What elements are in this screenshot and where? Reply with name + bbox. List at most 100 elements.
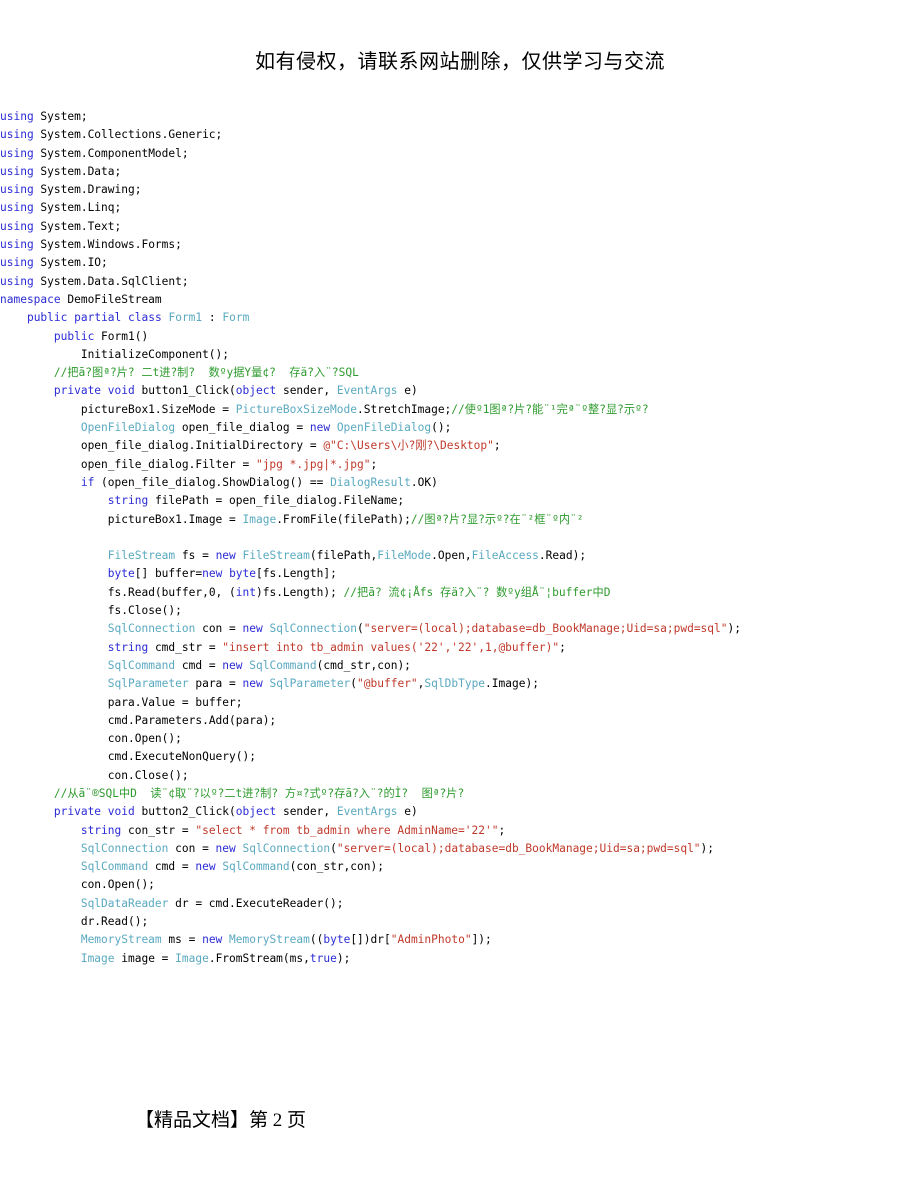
code-line: using System.Data; [0,163,920,181]
code-token-pln: pictureBox1.SizeMode = [80,402,236,416]
code-line: string cmd_str = "insert into tb_admin v… [0,639,920,657]
code-token-str: "select * from tb_admin where AdminName=… [195,823,499,837]
page-footer: 【精品文档】第 2 页 [135,1110,307,1131]
code-line: pictureBox1.Image = Image.FromFile(fileP… [0,511,920,529]
code-token-pln: cmd_str = [148,640,223,654]
code-token-pln: [fs.Length]; [256,567,337,581]
code-token-typ: EventArgs [336,384,398,398]
code-token-pln: (( [309,933,324,947]
code-token-pln: .StretchImage; [357,402,452,416]
code-token-str: @"C:\Users\小?刚?\Desktop" [323,439,494,453]
code-line: FileStream fs = new FileStream(filePath,… [0,547,920,565]
code-line: using System.Linq; [0,199,920,217]
code-token-pln: System.ComponentModel; [33,146,189,160]
code-token-kw: void [107,805,135,819]
code-token-kw: object [235,384,277,398]
code-token-kw: new [242,677,263,691]
code-token-typ: SqlParameter [269,677,351,691]
code-token-pln: cmd = [148,860,196,874]
code-line: using System.Collections.Generic; [0,126,920,144]
code-line: open_file_dialog.Filter = "jpg *.jpg|*.j… [0,456,920,474]
code-line: //从ā¨®SQL中D 读¨¢取¨?以º?二t进?制? 方¤?式º?存ā?入¨?… [0,785,920,803]
code-token-typ: SqlConnection [269,622,358,636]
code-token-pln: DemoFileStream [60,292,162,306]
code-token-typ: Image [242,512,277,526]
code-token-pln: )fs.Length); [255,585,344,599]
code-token-kw: using [0,110,34,123]
code-token-kw: using [0,183,34,197]
code-token-pln: (con_str,con); [289,860,384,874]
code-token-typ: SqlDataReader [80,896,169,910]
code-line: using System.IO; [0,254,920,272]
code-token-pln [236,549,243,562]
code-token-str: "insert into tb_admin values('22','22',1… [222,640,560,654]
code-line: using System.Text; [0,218,920,236]
code-token-pln: [])dr[ [350,933,391,947]
code-token-pln: con = [168,841,216,855]
code-token-pln: .OK) [410,475,438,489]
code-token-pln: con_str = [121,823,196,837]
code-token-pln: sender, [276,805,337,819]
code-token-kw: int [235,585,256,599]
code-token-pln: ; [493,439,501,453]
code-token-pln [330,421,337,434]
code-token-pln: fs = [175,549,216,563]
code-token-typ: OpenFileDialog [80,421,176,435]
code-token-pln: ( [330,841,337,855]
code-token-pln: button1_Click( [134,384,236,398]
code-token-str: "@buffer" [357,677,418,691]
code-token-typ: SqlConnection [242,841,331,855]
code-token-kw: true [309,951,337,965]
code-token-typ: SqlCommand [249,658,317,672]
code-token-pln: .Read); [538,549,587,563]
code-line: cmd.Parameters.Add(para); [0,712,920,730]
code-token-kw: byte [107,567,135,581]
code-token-typ: MemoryStream [229,933,310,947]
code-token-typ: SqlCommand [80,860,149,874]
code-token-kw: using [0,146,34,160]
code-token-kw: string [107,640,149,654]
code-line: namespace DemoFileStream [0,291,920,309]
code-line: using System.ComponentModel; [0,145,920,163]
code-token-pln: pictureBox1.Image = [107,512,243,526]
code-token-pln: System.IO; [33,256,108,270]
code-token-pln: para.Value = buffer; [107,695,243,709]
code-token-pln: con = [195,622,243,636]
code-token-pln: .FromStream(ms, [208,951,310,965]
code-token-typ: MemoryStream [80,933,162,947]
code-token-typ: FileAccess [471,549,539,563]
code-token-pln: fs.Close(); [107,604,182,618]
code-token-kw: using [0,164,34,178]
code-token-pln: .Image); [485,677,539,691]
code-token-str: "jpg *.jpg|*.jpg" [255,457,371,471]
code-token-pln: ms = [161,933,203,947]
code-line: cmd.ExecuteNonQuery(); [0,748,920,766]
code-token-pln [101,805,108,818]
code-listing: using System; using System.Collections.Ge… [0,108,920,968]
code-line: InitializeComponent(); [0,346,920,364]
code-token-typ: SqlCommand [107,658,176,672]
code-token-kw: using [0,256,34,270]
code-token-kw: string [107,494,149,508]
code-token-pln: ( [357,622,364,636]
code-token-kw: public [26,311,68,325]
code-token-pln [101,384,108,397]
code-token-pln: ]); [471,933,492,947]
code-token-cmt: //使º1图ª?片?能¨¹完ª¨º整?显?示º? [451,402,649,416]
code-line: SqlDataReader dr = cmd.ExecuteReader(); [0,895,920,913]
code-token-pln: Form1() [94,329,149,343]
code-token-typ: SqlParameter [107,677,189,691]
code-token-typ: DialogResult [330,475,411,489]
